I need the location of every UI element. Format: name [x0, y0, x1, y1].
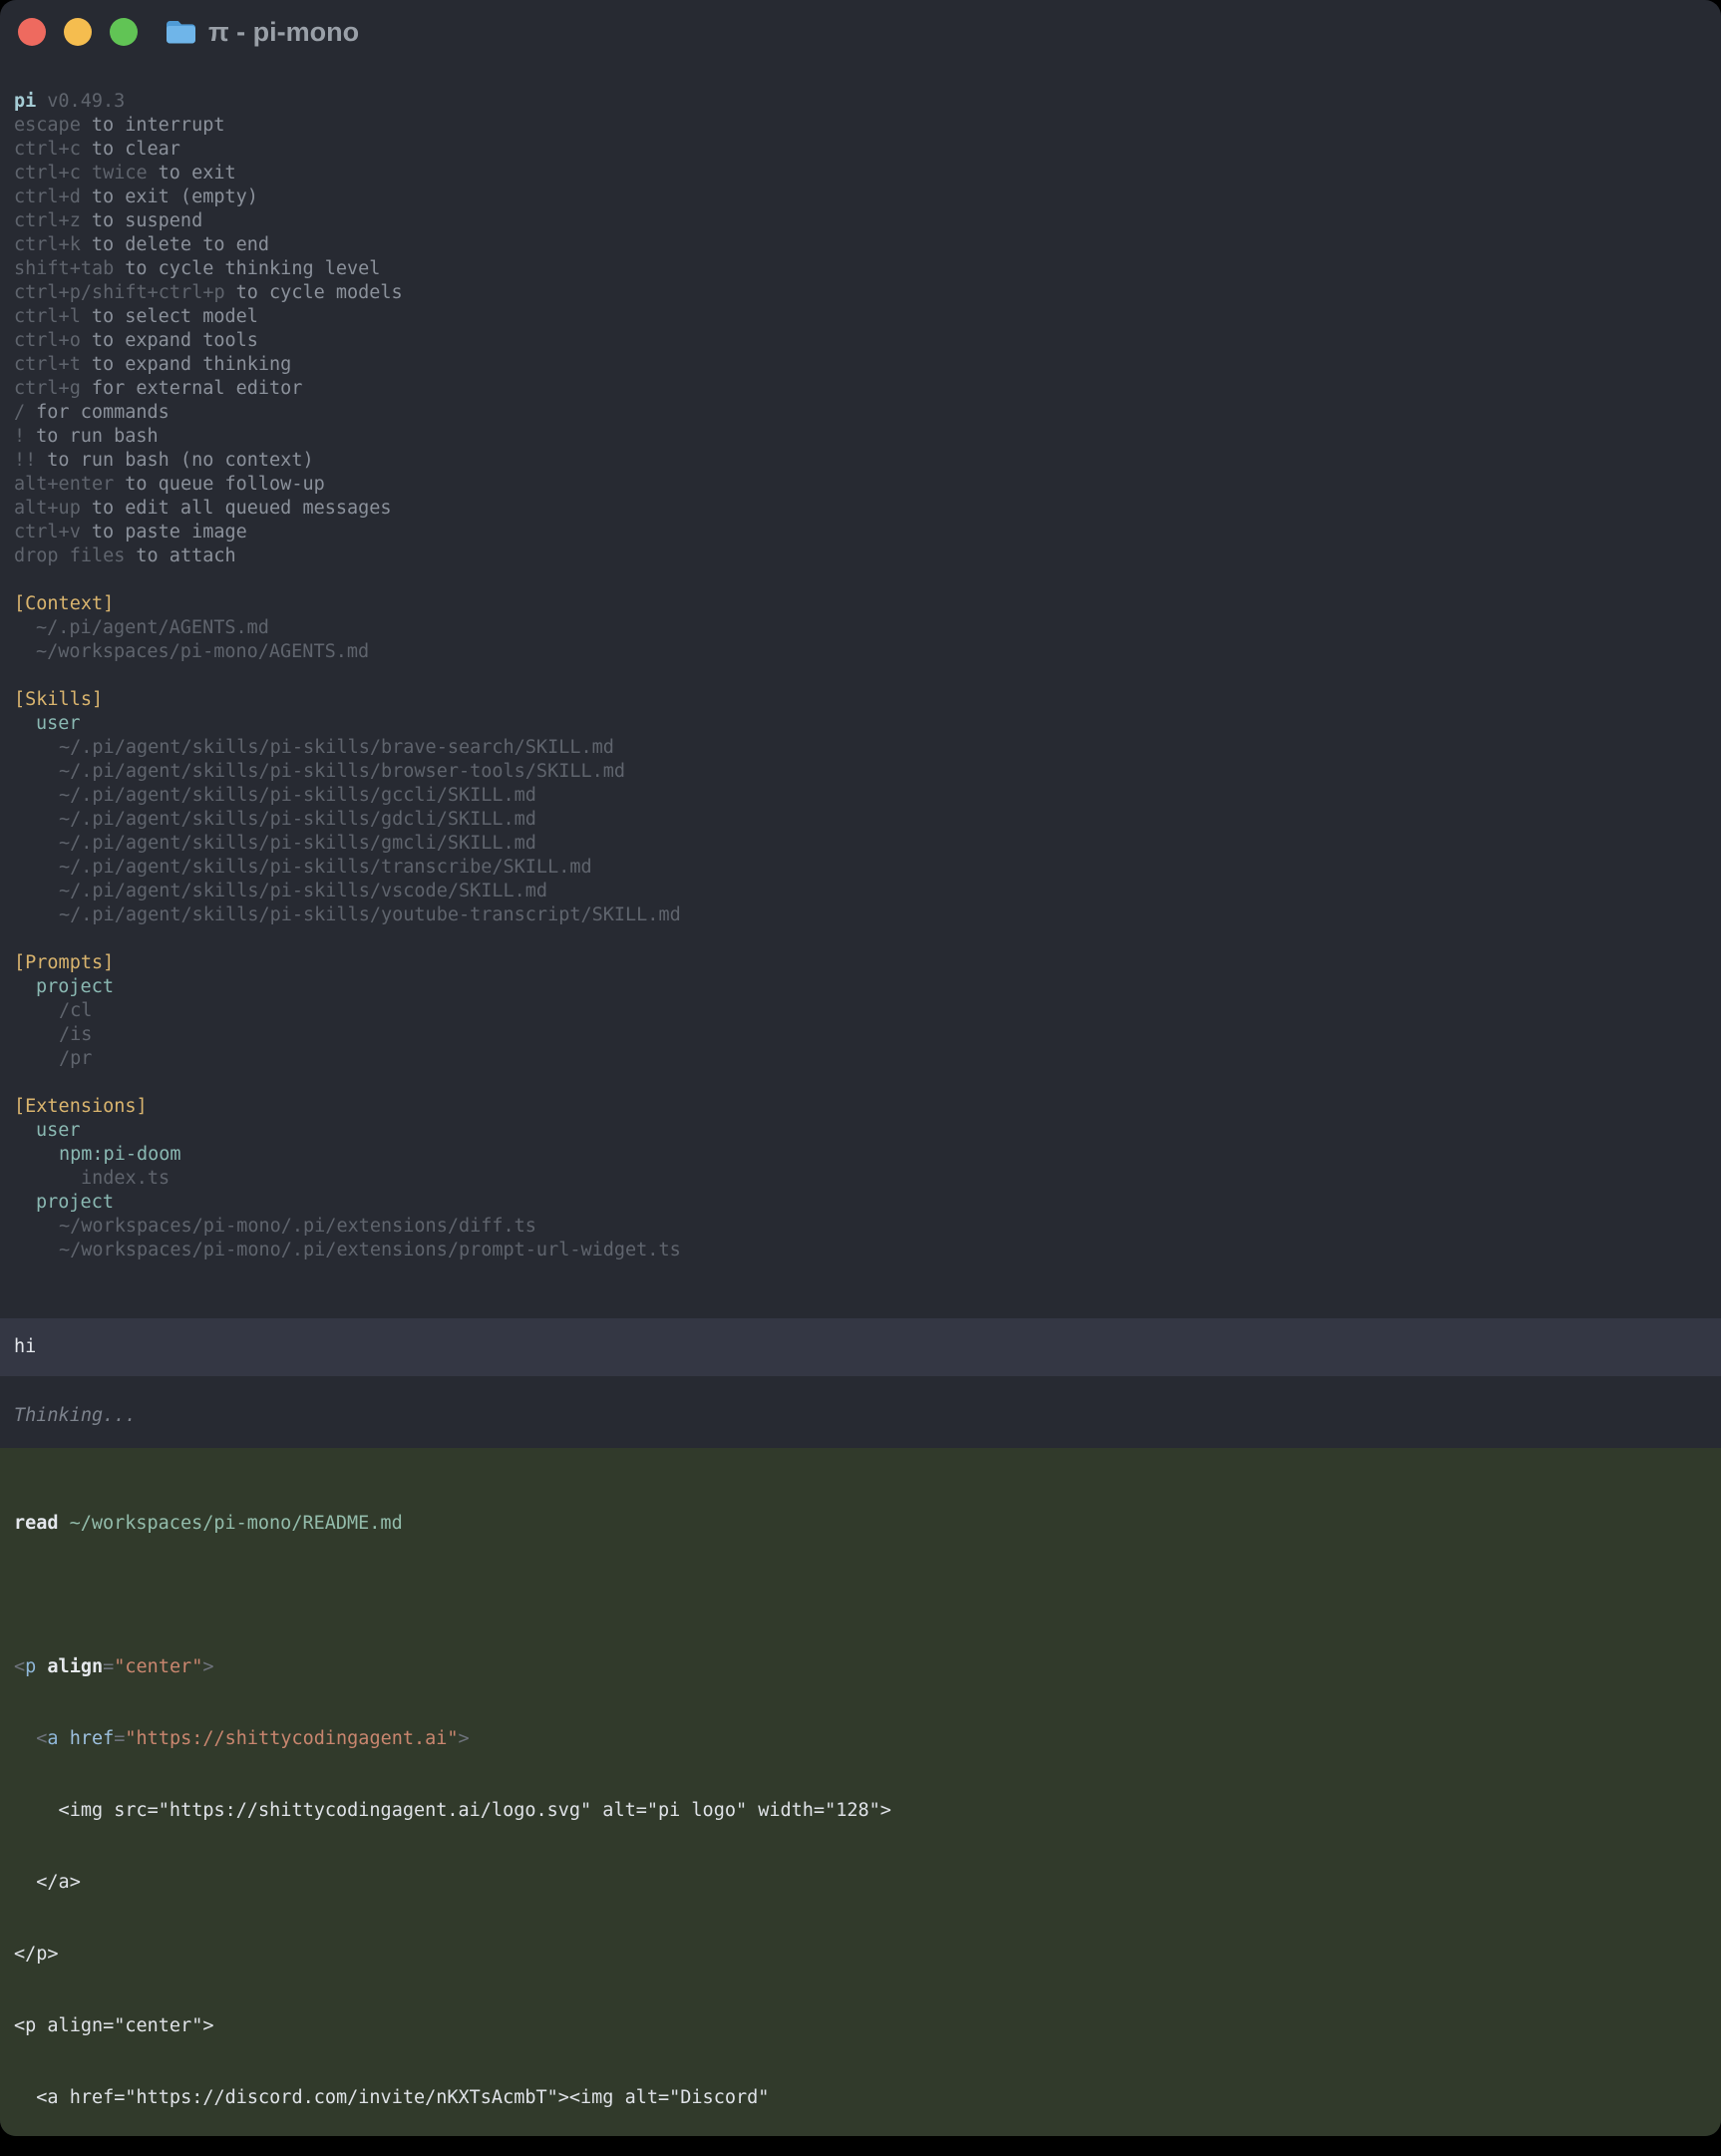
terminal-content: pi v0.49.3 escapeto interrupt ctrl+cto cl…	[0, 90, 1721, 2136]
shortcut-line: ctrl+kto delete to end	[14, 233, 1721, 257]
extension-project-item: ~/workspaces/pi-mono/.pi/extensions/diff…	[14, 1215, 1721, 1239]
shortcut-line: ctrl+dto exit (empty)	[14, 185, 1721, 209]
shortcut-line: !!to run bash (no context)	[14, 449, 1721, 473]
extensions-project-scope: project	[14, 1191, 1721, 1215]
tool-call-read: read ~/workspaces/pi-mono/README.md <p al…	[0, 1448, 1721, 2136]
prompts-section-header: [Prompts]	[14, 951, 1721, 975]
app-name: pi	[14, 91, 36, 112]
tool-header: read ~/workspaces/pi-mono/README.md	[14, 1512, 1707, 1536]
code-line: <img src="https://shittycodingagent.ai/l…	[14, 1799, 1707, 1823]
user-message: hi	[0, 1318, 1721, 1376]
extension-project-item: ~/workspaces/pi-mono/.pi/extensions/prom…	[14, 1239, 1721, 1262]
skill-item: ~/.pi/agent/skills/pi-skills/youtube-tra…	[14, 903, 1721, 927]
context-item: ~/.pi/agent/AGENTS.md	[14, 616, 1721, 640]
terminal-window: π - pi-mono pi v0.49.3 escapeto interrupt…	[0, 0, 1721, 2136]
skill-item: ~/.pi/agent/skills/pi-skills/vscode/SKIL…	[14, 880, 1721, 903]
prompt-item: /pr	[14, 1047, 1721, 1071]
thinking-indicator: Thinking...	[14, 1404, 1721, 1428]
shortcut-line: ctrl+gfor external editor	[14, 377, 1721, 401]
title-bar: π - pi-mono	[0, 0, 1721, 64]
shortcut-line: ctrl+cto clear	[14, 138, 1721, 162]
tool-name: read	[14, 1513, 59, 1534]
skill-item: ~/.pi/agent/skills/pi-skills/brave-searc…	[14, 736, 1721, 760]
shortcut-line: ctrl+zto suspend	[14, 209, 1721, 233]
folder-icon	[166, 19, 196, 45]
skill-item: ~/.pi/agent/skills/pi-skills/gmcli/SKILL…	[14, 832, 1721, 856]
prompt-item: /cl	[14, 999, 1721, 1023]
shortcut-line: /for commands	[14, 401, 1721, 425]
skill-item: ~/.pi/agent/skills/pi-skills/browser-too…	[14, 760, 1721, 784]
window-title: π - pi-mono	[208, 17, 359, 48]
prompts-scope: project	[14, 975, 1721, 999]
skill-item: ~/.pi/agent/skills/pi-skills/gdcli/SKILL…	[14, 808, 1721, 832]
shortcut-line: ctrl+vto paste image	[14, 521, 1721, 544]
code-line: <a href="https://discord.com/invite/nKXT…	[14, 2086, 1707, 2110]
zoom-button[interactable]	[110, 18, 138, 46]
shortcut-line: drop filesto attach	[14, 544, 1721, 568]
context-section-header: [Context]	[14, 592, 1721, 616]
context-item: ~/workspaces/pi-mono/AGENTS.md	[14, 640, 1721, 664]
extension-npm-item: npm:pi-doom	[14, 1143, 1721, 1167]
shortcut-line: shift+tabto cycle thinking level	[14, 257, 1721, 281]
shortcut-line: !to run bash	[14, 425, 1721, 449]
shortcut-line: ctrl+tto expand thinking	[14, 353, 1721, 377]
skills-section-header: [Skills]	[14, 688, 1721, 712]
traffic-lights	[18, 18, 138, 46]
skill-item: ~/.pi/agent/skills/pi-skills/gccli/SKILL…	[14, 784, 1721, 808]
prompt-item: /is	[14, 1023, 1721, 1047]
shortcut-line: alt+enterto queue follow-up	[14, 473, 1721, 497]
extensions-section-header: [Extensions]	[14, 1095, 1721, 1119]
code-line: </p>	[14, 1943, 1707, 1967]
app-version-line: pi v0.49.3	[14, 90, 1721, 114]
close-button[interactable]	[18, 18, 46, 46]
minimize-button[interactable]	[64, 18, 92, 46]
app-version: v0.49.3	[47, 91, 125, 112]
skills-scope: user	[14, 712, 1721, 736]
shortcut-line: escapeto interrupt	[14, 114, 1721, 138]
code-line: <p align="center">	[14, 1655, 1707, 1679]
code-line: </a>	[14, 1871, 1707, 1895]
code-line: <a href="https://shittycodingagent.ai">	[14, 1727, 1707, 1751]
shortcut-line: ctrl+c twiceto exit	[14, 162, 1721, 185]
tool-path: ~/workspaces/pi-mono/README.md	[70, 1513, 403, 1534]
skill-item: ~/.pi/agent/skills/pi-skills/transcribe/…	[14, 856, 1721, 880]
extensions-user-scope: user	[14, 1119, 1721, 1143]
code-line: <p align="center">	[14, 2014, 1707, 2038]
shortcut-line: ctrl+lto select model	[14, 305, 1721, 329]
shortcut-line: alt+upto edit all queued messages	[14, 497, 1721, 521]
extension-npm-file: index.ts	[14, 1167, 1721, 1191]
shortcut-line: ctrl+oto expand tools	[14, 329, 1721, 353]
shortcut-line: ctrl+p/shift+ctrl+pto cycle models	[14, 281, 1721, 305]
